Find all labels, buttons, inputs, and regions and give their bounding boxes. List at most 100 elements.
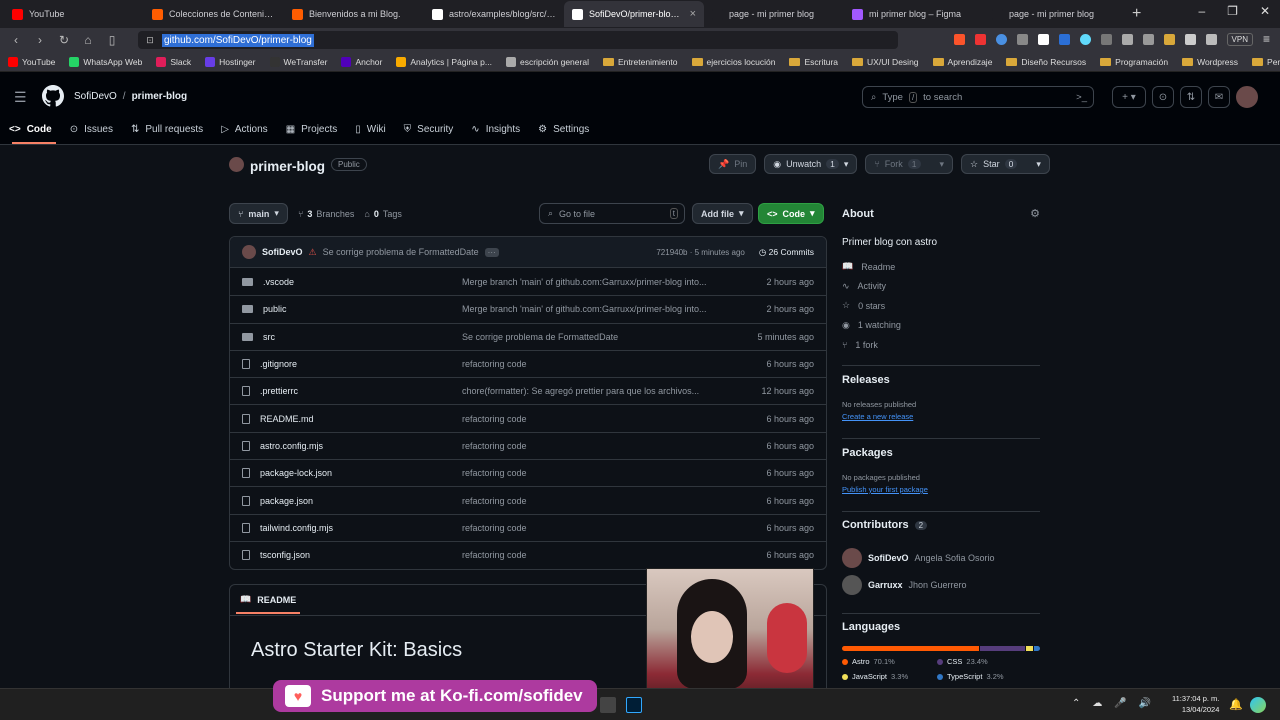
go-to-file-input[interactable]: ⌕ Go to file t [539, 203, 685, 224]
tags-link[interactable]: ⌂ 0 Tags [364, 209, 401, 219]
copilot-icon[interactable] [1250, 697, 1266, 713]
close-window-icon[interactable]: ✕ [1260, 4, 1270, 18]
minimize-icon[interactable]: – [1198, 4, 1205, 18]
bookmark-folder[interactable]: Programación [1100, 57, 1168, 67]
unwatch-button[interactable]: ◉ Unwatch 1 ▾ [764, 154, 858, 174]
photoshop-icon[interactable] [626, 697, 642, 713]
extension-icon[interactable] [1058, 33, 1070, 45]
language-item[interactable]: TypeScript 3.2% [937, 672, 1037, 681]
reload-icon[interactable]: ↻ [58, 33, 70, 47]
brave-shield-icon[interactable] [953, 33, 965, 45]
branch-selector[interactable]: ⑂ main ▾ [229, 203, 288, 224]
code-button[interactable]: <> Code ▾ [758, 203, 824, 224]
file-commit-message[interactable]: refactoring code [462, 550, 744, 560]
bookmark-folder[interactable]: ejercicios locución [691, 57, 775, 67]
brave-rewards-icon[interactable] [974, 33, 986, 45]
owner-link[interactable]: SofiDevO [74, 91, 117, 102]
file-name[interactable]: tsconfig.json [260, 550, 310, 560]
file-row[interactable]: tsconfig.json refactoring code 6 hours ago [230, 540, 826, 568]
releases-heading[interactable]: Releases [842, 374, 890, 386]
about-item-fork[interactable]: ⑂ 1 fork [842, 335, 1040, 355]
file-name[interactable]: src [263, 332, 275, 342]
file-name[interactable]: README.md [260, 414, 314, 424]
create-new-button[interactable]: + ▾ [1112, 86, 1146, 108]
close-tab-icon[interactable]: × [690, 8, 696, 20]
about-item-star[interactable]: ☆ 0 stars [842, 296, 1040, 316]
file-commit-message[interactable]: refactoring code [462, 523, 744, 533]
commits-link[interactable]: ◷ 26 Commits [759, 247, 814, 258]
file-commit-message[interactable]: Merge branch 'main' of github.com:Garrux… [462, 304, 744, 314]
browser-tab[interactable]: Colecciones de Contenido | Do [144, 1, 284, 27]
file-row[interactable]: .prettierrc chore(formatter): Se agregó p… [230, 377, 826, 404]
extension-icon[interactable] [1037, 33, 1049, 45]
file-commit-message[interactable]: Merge branch 'main' of github.com:Garrux… [462, 277, 744, 287]
new-tab-icon[interactable]: + [1132, 5, 1141, 23]
kofi-banner[interactable]: ♥ Support me at Ko-fi.com/sofidev [273, 680, 597, 712]
tab-code[interactable]: <> Code [0, 118, 61, 140]
menu-icon[interactable]: ≡ [1263, 32, 1270, 46]
tab-issues[interactable]: ⊙ Issues [61, 118, 122, 140]
file-name[interactable]: package-lock.json [260, 468, 332, 478]
app-icon[interactable] [600, 697, 616, 713]
extension-icon[interactable] [1121, 33, 1133, 45]
hamburger-icon[interactable]: ☰ [14, 89, 27, 106]
browser-tab[interactable]: mi primer blog – Figma [844, 1, 984, 27]
file-row[interactable]: astro.config.mjs refactoring code 6 hours … [230, 431, 826, 459]
file-row[interactable]: package-lock.json refactoring code 6 hours… [230, 459, 826, 486]
extension-icon[interactable] [1100, 33, 1112, 45]
file-name[interactable]: public [263, 304, 287, 314]
pull-requests-icon[interactable]: ⇅ [1180, 86, 1202, 108]
bookmark-folder[interactable]: Wordpress [1182, 57, 1238, 67]
clock[interactable]: 11:37:04 p. m. 13/04/2024 [1172, 693, 1219, 715]
language-item[interactable]: JavaScript 3.3% [842, 672, 937, 681]
url-text[interactable]: github.com/SofiDevO/primer-blog [162, 33, 314, 47]
cloud-icon[interactable]: ☁ [1092, 698, 1102, 709]
about-item-eye[interactable]: ◉ 1 watching [842, 316, 1040, 336]
file-name[interactable]: .gitignore [260, 359, 297, 369]
pin-button[interactable]: 📌 Pin [709, 154, 757, 174]
bookmark-folder[interactable]: Escritura [789, 57, 838, 67]
extension-icon[interactable] [1016, 33, 1028, 45]
file-commit-message[interactable]: refactoring code [462, 441, 744, 451]
about-item-readme[interactable]: 📖 Readme [842, 257, 1040, 277]
issues-icon[interactable]: ⊙ [1152, 86, 1174, 108]
ellipsis-icon[interactable]: ··· [484, 247, 499, 257]
repo-link[interactable]: primer-blog [132, 91, 188, 102]
fork-button[interactable]: ⑂ Fork 1 ▾ [865, 154, 954, 174]
file-row[interactable]: .gitignore refactoring code 6 hours ago [230, 349, 826, 377]
bookmark-folder[interactable]: Diseño Recursos [1006, 57, 1086, 67]
sidebar-icon[interactable] [1205, 33, 1217, 45]
contributor-item[interactable]: Garruxx Jhon Guerrero [842, 571, 995, 598]
file-name[interactable]: .vscode [263, 277, 294, 287]
extension-icon[interactable] [995, 33, 1007, 45]
bookmark-item[interactable]: YouTube [8, 56, 55, 67]
commit-author[interactable]: SofiDevO [262, 247, 303, 257]
bookmark-folder[interactable]: Periodismo [1252, 57, 1280, 67]
tab-settings[interactable]: ⚙ Settings [529, 118, 598, 140]
react-devtools-icon[interactable] [1079, 33, 1091, 45]
browser-tab[interactable]: astro/examples/blog/src/page [424, 1, 564, 27]
file-row[interactable]: public Merge branch 'main' of github.com:… [230, 295, 826, 322]
microphone-icon[interactable]: 🎤 [1114, 698, 1126, 709]
file-commit-message[interactable]: refactoring code [462, 468, 744, 478]
file-row[interactable]: package.json refactoring code 6 hours ago [230, 486, 826, 513]
bookmark-folder[interactable]: Aprendizaje [932, 57, 992, 67]
search-input[interactable]: ⌕ Type / to search >_ [862, 86, 1094, 108]
commit-hash[interactable]: 721940b · 5 minutes ago [656, 248, 745, 257]
bookmark-item[interactable]: Analytics | Página p... [396, 56, 492, 67]
language-item[interactable]: Astro 70.1% [842, 657, 937, 666]
bookmark-item[interactable]: WhatsApp Web [69, 56, 142, 67]
star-button[interactable]: ☆ Star 0 ▾ [961, 154, 1050, 174]
avatar[interactable] [1236, 86, 1258, 108]
github-logo-icon[interactable] [42, 85, 64, 107]
extension-icon[interactable] [1142, 33, 1154, 45]
browser-tab[interactable]: page - mi primer blog [984, 1, 1124, 27]
commit-message[interactable]: Se corrige problema de FormattedDate [323, 247, 479, 257]
branches-link[interactable]: ⑂ 3 Branches [298, 209, 354, 219]
file-row[interactable]: README.md refactoring code 6 hours ago [230, 404, 826, 431]
browser-tab[interactable]: YouTube [4, 1, 144, 27]
address-bar[interactable]: ⊡ github.com/SofiDevO/primer-blog [138, 31, 898, 49]
command-palette-icon[interactable]: >_ [1076, 92, 1087, 103]
packages-heading[interactable]: Packages [842, 447, 893, 459]
puzzle-icon[interactable] [1184, 33, 1196, 45]
